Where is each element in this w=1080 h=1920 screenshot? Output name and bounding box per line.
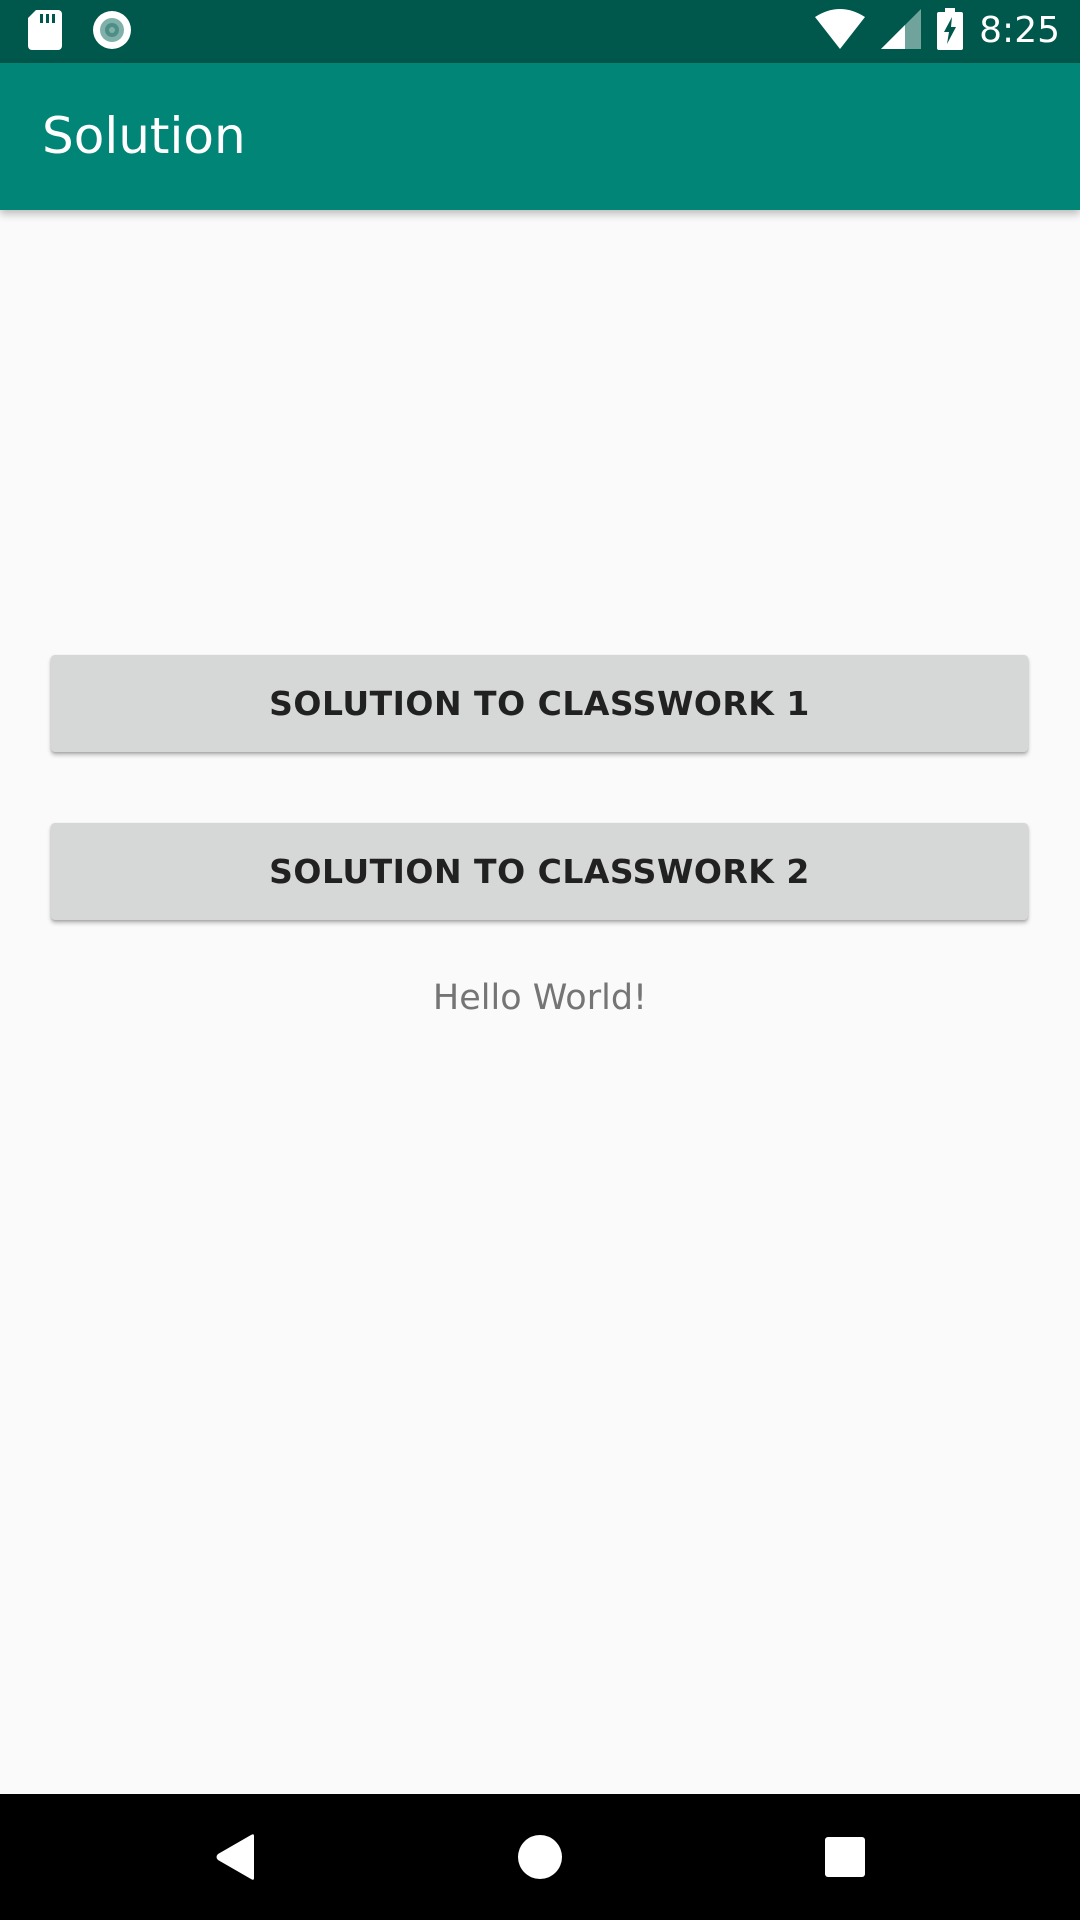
solution-classwork-1-button[interactable]: Solution to Classwork 1 (51, 655, 1028, 752)
status-right: 8:25 (815, 6, 1060, 56)
recents-icon[interactable] (810, 1822, 880, 1892)
battery-charging-icon (937, 8, 964, 54)
home-icon[interactable] (505, 1822, 575, 1892)
navigation-bar (0, 1794, 1080, 1920)
back-icon[interactable] (201, 1822, 271, 1892)
status-clock: 8:25 (979, 10, 1060, 51)
app-bar: Solution (0, 63, 1080, 210)
screen: 8:25 Solution Solution to Classwork 1 So… (0, 0, 1080, 1920)
status-left (28, 10, 132, 54)
solution-classwork-2-button[interactable]: Solution to Classwork 2 (51, 823, 1028, 920)
sync-icon (92, 10, 132, 54)
cell-signal-icon (881, 9, 922, 53)
app-title: Solution (42, 107, 246, 165)
hello-text: Hello World! (432, 978, 648, 1018)
sd-card-icon (28, 10, 62, 54)
wifi-icon (815, 9, 866, 53)
status-bar: 8:25 (0, 0, 1080, 63)
